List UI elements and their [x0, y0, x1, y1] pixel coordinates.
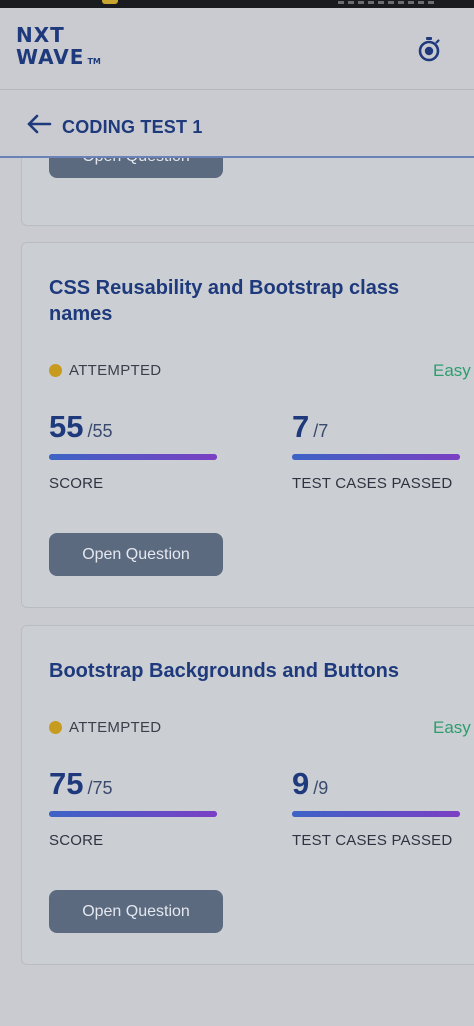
score-value: 75 [49, 766, 84, 801]
logo-line-1: NXT [16, 23, 65, 47]
arrow-left-icon [27, 114, 52, 134]
stopwatch-icon [418, 37, 440, 62]
question-card: Open Question [21, 158, 474, 226]
test-cases-total: /7 [313, 421, 329, 441]
status-badge: ATTEMPTED [49, 362, 161, 379]
score-progress-bar [49, 454, 217, 460]
status-dot-icon [49, 721, 62, 734]
test-cases-metric: 9/9 TEST CASES PASSED [292, 766, 462, 849]
score-progress-fill [49, 454, 217, 460]
app-header: NXT WAVE TM [0, 8, 474, 90]
score-metric: 55/55 SCORE [49, 409, 219, 492]
score-label: SCORE [49, 475, 104, 492]
logo-line-2: WAVE TM [16, 46, 101, 73]
status-indicators [338, 1, 436, 4]
nxtwave-logo[interactable]: NXT WAVE TM [16, 24, 101, 73]
test-cases-progress-fill [292, 811, 460, 817]
score-total: /55 [87, 421, 113, 441]
question-card: CSS Reusability and Bootstrap class name… [21, 242, 474, 608]
test-subheader: CODING TEST 1 [0, 90, 474, 158]
score-total: /75 [87, 778, 113, 798]
timer-button[interactable] [414, 34, 444, 64]
test-cases-progress-fill [292, 454, 460, 460]
difficulty-label: Easy [433, 361, 471, 380]
open-question-button[interactable]: Open Question [49, 533, 223, 576]
test-cases-value: 7 [292, 409, 310, 444]
status-badge: ATTEMPTED [49, 719, 161, 736]
difficulty-label: Easy [433, 718, 471, 737]
status-dot-icon [49, 364, 62, 377]
open-question-button[interactable]: Open Question [49, 890, 223, 933]
test-cases-progress-bar [292, 811, 460, 817]
system-status-bar [0, 0, 474, 8]
test-cases-progress-bar [292, 454, 460, 460]
question-card: Bootstrap Backgrounds and Buttons ATTEMP… [21, 625, 474, 965]
test-cases-total: /9 [313, 778, 329, 798]
question-list[interactable]: Open Question CSS Reusability and Bootst… [0, 158, 474, 1026]
test-cases-label: TEST CASES PASSED [292, 832, 453, 849]
page-title: CODING TEST 1 [62, 117, 203, 137]
logo-wave-text: WAVE [16, 45, 85, 69]
question-title: CSS Reusability and Bootstrap class name… [49, 277, 400, 325]
question-title: Bootstrap Backgrounds and Buttons [49, 660, 400, 682]
test-cases-label: TEST CASES PASSED [292, 475, 453, 492]
score-metric: 75/75 SCORE [49, 766, 219, 849]
score-label: SCORE [49, 832, 104, 849]
score-value: 55 [49, 409, 84, 444]
back-button[interactable] [26, 112, 54, 136]
status-label: ATTEMPTED [69, 362, 162, 379]
logo-trademark: TM [87, 57, 101, 66]
test-cases-metric: 7/7 TEST CASES PASSED [292, 409, 462, 492]
open-question-button[interactable]: Open Question [49, 158, 223, 178]
status-label: ATTEMPTED [69, 719, 162, 736]
score-progress-fill [49, 811, 217, 817]
test-cases-value: 9 [292, 766, 310, 801]
status-notch [102, 0, 118, 4]
score-progress-bar [49, 811, 217, 817]
